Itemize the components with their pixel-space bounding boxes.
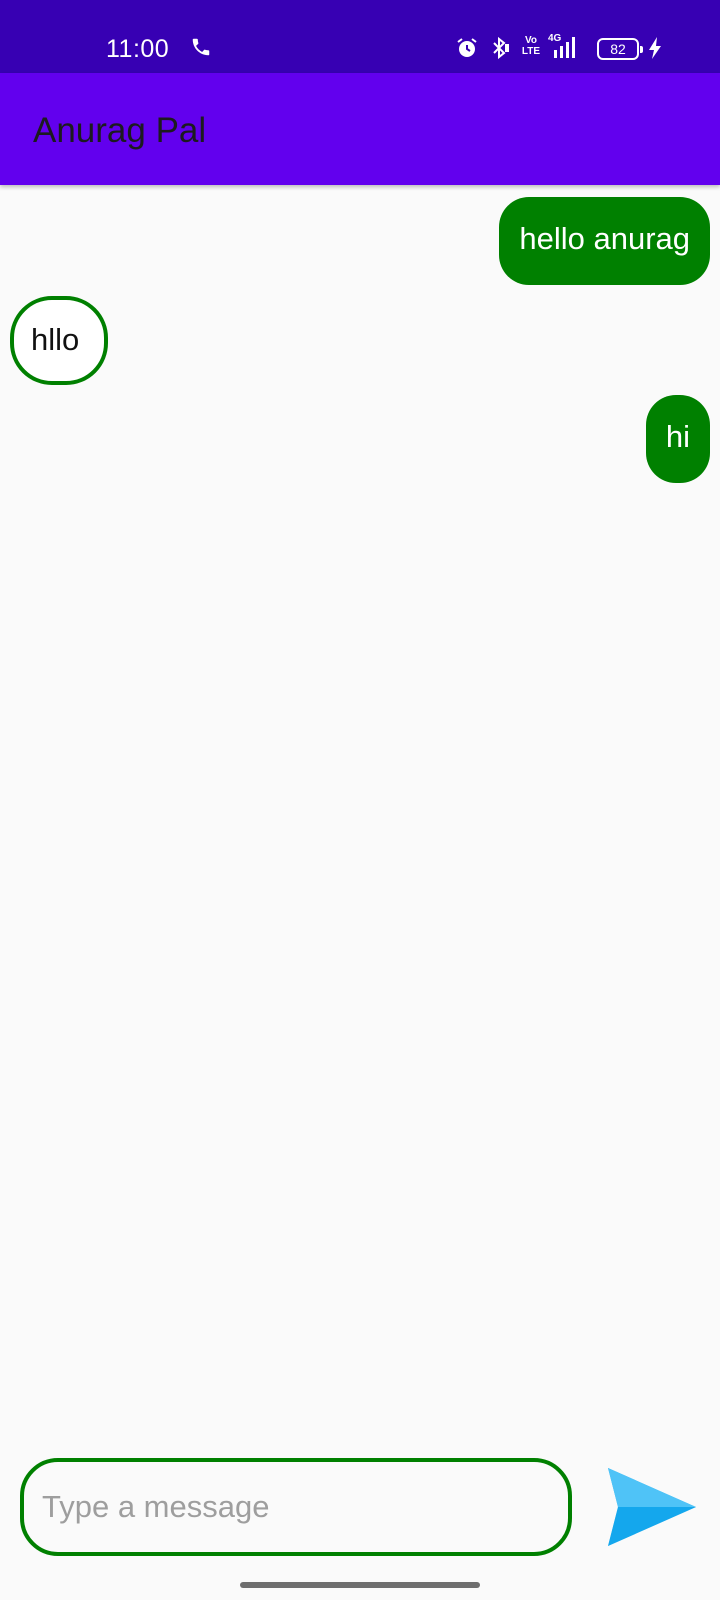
status-bar: 11:00 Vo LTE 4G 82 xyxy=(0,0,720,73)
sent-message-bubble[interactable]: hi xyxy=(645,395,710,483)
alarm-icon xyxy=(455,36,479,60)
volte-icon: Vo LTE xyxy=(521,35,541,61)
battery-tip xyxy=(640,46,643,53)
signal-icon: 4G xyxy=(548,34,582,60)
bluetooth-icon xyxy=(487,36,511,60)
send-button[interactable] xyxy=(606,1466,698,1548)
send-icon xyxy=(608,1468,696,1546)
status-time: 11:00 xyxy=(106,35,170,63)
call-icon xyxy=(190,36,212,58)
sent-message-bubble[interactable]: hello anurag xyxy=(499,197,710,285)
received-message-bubble[interactable]: hllo xyxy=(10,296,108,385)
volte-label: Vo LTE xyxy=(521,35,541,57)
message-input[interactable] xyxy=(20,1458,572,1556)
charging-icon xyxy=(648,37,662,59)
navigation-bar xyxy=(0,1566,720,1600)
app-bar: Anurag Pal xyxy=(0,73,720,185)
chat-screen: 11:00 Vo LTE 4G 82 Anurag Pal hello anur… xyxy=(0,0,720,1600)
contact-name-title: Anurag Pal xyxy=(33,111,207,150)
battery-level: 82 xyxy=(610,41,626,57)
battery-icon: 82 xyxy=(597,38,643,60)
gesture-handle[interactable] xyxy=(240,1582,480,1588)
